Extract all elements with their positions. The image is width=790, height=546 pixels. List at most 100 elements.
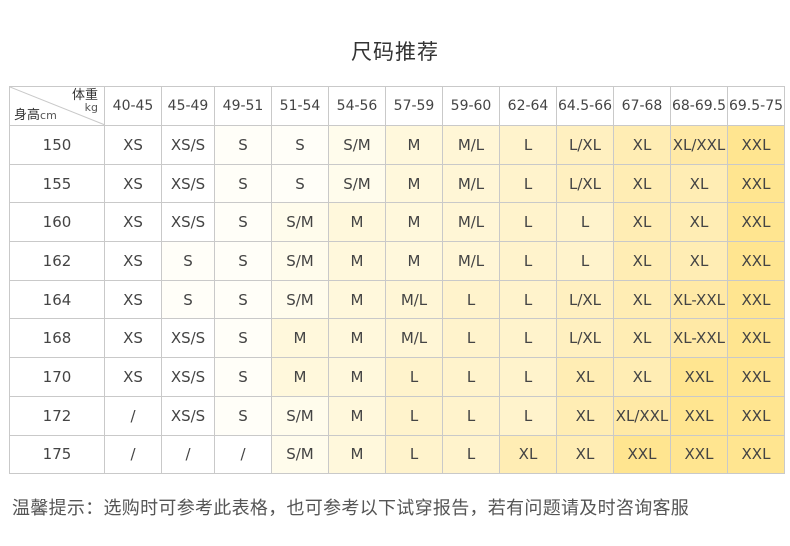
size-cell: XS/S <box>161 357 215 397</box>
page-title: 尺码推荐 <box>351 40 439 64</box>
size-cell: XL <box>556 395 614 436</box>
size-cell: XS <box>104 241 162 281</box>
size-cell: XL/XXL <box>670 125 728 165</box>
size-cell: M/L <box>385 279 443 320</box>
size-cell: S/M <box>271 395 329 436</box>
size-cell: / <box>104 434 162 475</box>
size-cell: / <box>214 434 272 475</box>
height-cell: 170 <box>9 357 105 397</box>
size-cell: S/M <box>271 434 329 475</box>
size-cell: XS <box>104 279 162 320</box>
size-cell: L/XL <box>556 125 614 165</box>
size-cell: S <box>214 125 272 165</box>
table-row: 150 XS XS/S S S S/M M M/L L L/XL XL XL/XXL XXL <box>9 125 785 165</box>
table-row: 162 XS S S S/M M M M/L L L XL XL XXL <box>9 241 785 281</box>
size-cell: S <box>214 163 272 204</box>
size-cell: XXL <box>727 395 785 436</box>
size-cell: S <box>214 395 272 436</box>
size-cell: M/L <box>442 202 500 243</box>
size-cell: L/XL <box>556 318 614 359</box>
size-cell: XL <box>613 241 671 281</box>
size-cell: M <box>385 163 443 204</box>
weight-header: 69.5-75 <box>727 86 785 126</box>
size-cell: S <box>271 163 329 204</box>
size-cell: S <box>214 241 272 281</box>
size-chart-body: 150 XS XS/S S S S/M M M/L L L/XL XL XL/XXL XXL 155 XS X… <box>9 125 785 475</box>
size-cell: XS <box>104 125 162 165</box>
height-cell: 168 <box>9 318 105 359</box>
table-row: 170 XS XS/S S M M L L L XL XL XXL XXL <box>9 357 785 397</box>
size-cell: L <box>499 318 557 359</box>
table-row: 160 XS XS/S S S/M M M M/L L L XL XL XXL <box>9 202 785 243</box>
size-cell: M <box>328 279 386 320</box>
size-cell: L <box>442 434 500 475</box>
size-cell: XL <box>613 357 671 397</box>
size-cell: XL-XXL <box>670 279 728 320</box>
size-cell: M <box>328 202 386 243</box>
size-cell: XXL <box>727 318 785 359</box>
height-cell: 150 <box>9 125 105 165</box>
size-cell: XXL <box>727 125 785 165</box>
height-cell: 162 <box>9 241 105 281</box>
tip-note: 温馨提示：选购时可参考此表格，也可参考以下试穿报告，若有问题请及时咨询客服 <box>12 498 690 519</box>
size-cell: L <box>499 357 557 397</box>
size-cell: XXL <box>670 395 728 436</box>
size-cell: XS <box>104 163 162 204</box>
size-cell: M/L <box>385 318 443 359</box>
size-cell: L/XL <box>556 163 614 204</box>
size-cell: L <box>442 318 500 359</box>
size-chart-table: 体重 kg 身高cm 40-45 45-49 49-51 51-54 54-56… <box>9 86 785 475</box>
size-cell: L <box>499 202 557 243</box>
size-cell: M <box>328 395 386 436</box>
size-cell: M/L <box>442 163 500 204</box>
size-cell: M <box>385 241 443 281</box>
header-row: 体重 kg 身高cm 40-45 45-49 49-51 51-54 54-56… <box>9 86 785 126</box>
size-cell: XS/S <box>161 163 215 204</box>
size-cell: XS <box>104 357 162 397</box>
table-row: 164 XS S S S/M M M/L L L L/XL XL XL-XXL XXL <box>9 279 785 320</box>
table-row: 172/XS/S S S/M M L L L XL XL/XXL XXL XXL <box>9 395 785 436</box>
size-cell: S <box>161 279 215 320</box>
size-cell: XL <box>613 163 671 204</box>
size-cell: M <box>328 241 386 281</box>
weight-header: 49-51 <box>214 86 272 126</box>
size-cell: S/M <box>271 202 329 243</box>
size-cell: L <box>499 395 557 436</box>
table-row: 168 XS XS/S S M M M/L L L L/XL XL XL-XXL XXL <box>9 318 785 359</box>
size-cell: M <box>385 125 443 165</box>
size-cell: XXL <box>727 163 785 204</box>
size-cell: L <box>556 202 614 243</box>
size-cell: M <box>271 357 329 397</box>
corner-cell: 体重 kg 身高cm <box>9 86 105 126</box>
size-cell: XXL <box>727 279 785 320</box>
size-cell: M <box>328 318 386 359</box>
size-cell: M/L <box>442 125 500 165</box>
size-cell: S/M <box>271 279 329 320</box>
size-cell: S <box>271 125 329 165</box>
size-cell: M <box>385 202 443 243</box>
size-cell: XL <box>613 279 671 320</box>
height-cell: 164 <box>9 279 105 320</box>
size-cell: L <box>442 395 500 436</box>
weight-header: 45-49 <box>161 86 215 126</box>
size-cell: L <box>385 395 443 436</box>
size-cell: M <box>328 434 386 475</box>
size-cell: XL <box>613 125 671 165</box>
size-cell: L <box>385 434 443 475</box>
size-cell: XXL <box>727 357 785 397</box>
size-cell: XXL <box>613 434 671 475</box>
size-cell: S <box>214 318 272 359</box>
size-cell: XS/S <box>161 202 215 243</box>
size-cell: XXL <box>727 434 785 475</box>
size-cell: XL <box>613 318 671 359</box>
weight-unit: kg <box>84 101 98 114</box>
size-cell: XXL <box>727 202 785 243</box>
size-cell: XXL <box>670 434 728 475</box>
height-cell: 155 <box>9 163 105 204</box>
size-cell: S <box>161 241 215 281</box>
size-cell: / <box>161 434 215 475</box>
weight-header: 51-54 <box>271 86 329 126</box>
size-cell: L/XL <box>556 279 614 320</box>
weight-header: 62-64 <box>499 86 557 126</box>
weight-header: 40-45 <box>104 86 162 126</box>
